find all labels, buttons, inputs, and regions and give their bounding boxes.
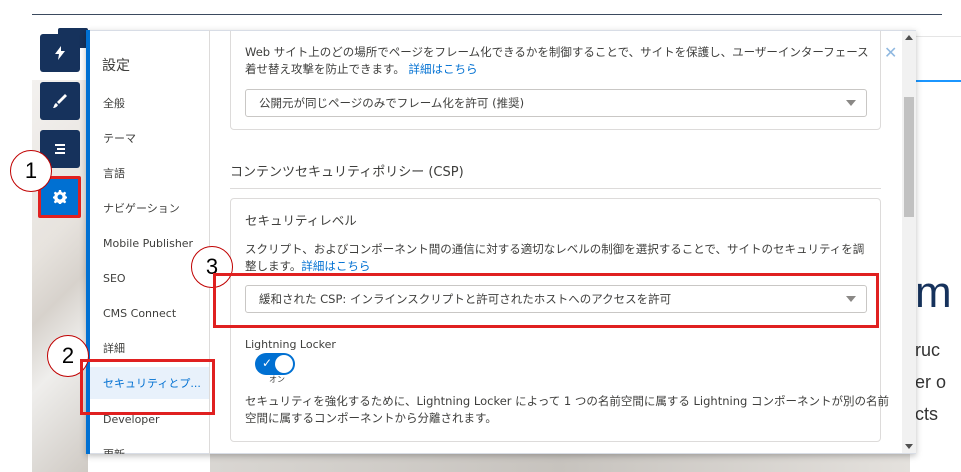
components-button[interactable] [40, 34, 80, 72]
panel-scrollbar[interactable] [902, 31, 916, 453]
clickjack-select[interactable]: 公開元が同じページのみでフレーム化を許可 (推奨) [245, 89, 867, 117]
brush-icon [53, 94, 67, 108]
security-desc-text: 整します。 [245, 259, 302, 273]
canvas-heading-fragment: m [915, 268, 952, 317]
highlight-box-security-nav [80, 359, 215, 415]
security-level-title: セキュリティレベル [245, 213, 357, 228]
locker-desc-line1: セキュリティを強化するために、Lightning Locker によって 1 つ… [245, 394, 889, 408]
theme-button[interactable] [40, 82, 80, 120]
section-divider [230, 188, 881, 189]
lightning-locker-toggle[interactable]: ✓ [255, 353, 295, 375]
clickjack-desc-text: 着せ替え攻撃を防止できます。 [245, 62, 405, 76]
list-icon [55, 144, 65, 154]
canvas-text-fragment: ruc [915, 340, 941, 360]
canvas-text-fragment: cts [915, 404, 939, 424]
nav-item-language[interactable]: 言語 [90, 157, 209, 189]
nav-item-theme[interactable]: テーマ [90, 122, 209, 154]
nav-item-navigation[interactable]: ナビゲーション [90, 192, 209, 224]
toggle-knob [275, 355, 293, 373]
lightning-icon [55, 46, 65, 60]
clickjack-learn-more-link[interactable]: 詳細はこちら [409, 62, 478, 76]
close-icon[interactable]: ✕ [884, 43, 897, 62]
security-level-description: スクリプト、およびコンポーネント間の通信に対する適切なレベルの制御を選択すること… [245, 241, 864, 275]
lightning-locker-description: セキュリティを強化するために、Lightning Locker によって 1 つ… [245, 393, 889, 427]
builder-header-rule [32, 14, 942, 15]
gear-icon [52, 190, 67, 204]
scroll-thumb[interactable] [904, 97, 914, 217]
builder-canvas-topbar [916, 36, 961, 66]
clickjack-select-value: 公開元が同じページのみでフレーム化を許可 (推奨) [259, 96, 525, 110]
highlight-box-security-select [213, 273, 879, 328]
settings-content: Web サイト上のどの場所でページをフレーム化できるかを制御することで、サイトを… [210, 31, 900, 453]
lightning-locker-label: Lightning Locker [245, 338, 336, 351]
canvas-text-fragment: er o [915, 372, 947, 392]
scroll-up-arrow-icon[interactable] [905, 35, 913, 40]
clickjack-card: Web サイト上のどの場所でページをフレーム化できるかを制御することで、サイトを… [230, 31, 881, 130]
toggle-state-label: オン [269, 375, 285, 384]
security-desc-line1: スクリプト、およびコンポーネント間の通信に対する適切なレベルの制御を選択すること… [245, 242, 865, 256]
clickjack-desc-line1: Web サイト上のどの場所でページをフレーム化できるかを制御することで、サイトを… [245, 45, 869, 59]
clickjack-desc-line2: 着せ替え攻撃を防止できます。 詳細はこちら [245, 61, 869, 78]
settings-title: 設定 [102, 58, 130, 74]
nav-item-general[interactable]: 全般 [90, 87, 209, 119]
nav-item-updates[interactable]: 更新 [90, 438, 209, 454]
locker-desc-line2: 空間に属するコンポーネントから分離されます。 [245, 411, 497, 425]
scroll-down-arrow-icon[interactable] [905, 444, 913, 449]
chevron-down-icon [846, 100, 856, 106]
security-learn-more-link[interactable]: 詳細はこちら [301, 259, 370, 273]
csp-section-title: コンテンツセキュリティポリシー (CSP) [230, 165, 464, 180]
nav-item-cms-connect[interactable]: CMS Connect [90, 297, 209, 329]
builder-canvas-bottom [210, 452, 910, 472]
callout-1: 1 [10, 150, 52, 192]
check-icon: ✓ [262, 356, 273, 370]
nav-item-mobile-publisher[interactable]: Mobile Publisher [90, 227, 209, 259]
clickjack-description: Web サイト上のどの場所でページをフレーム化できるかを制御することで、サイトを… [245, 44, 869, 78]
